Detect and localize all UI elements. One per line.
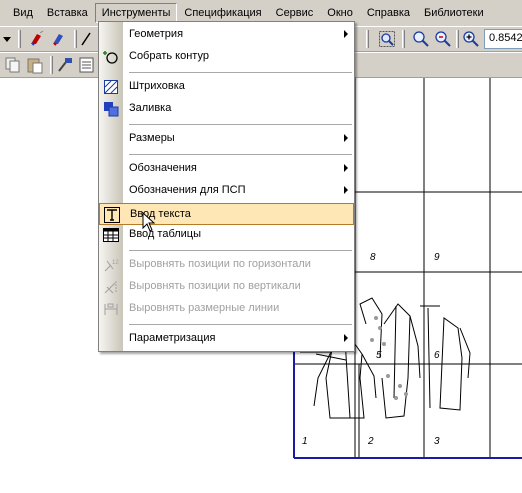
menu-item-align-horizontal: 12 Выровнять позиции по горизонтали <box>99 254 354 276</box>
collect-contour-icon <box>103 49 119 65</box>
menu-item-label: Размеры <box>129 132 175 144</box>
properties-icon[interactable] <box>76 54 98 76</box>
magnet-local-snap-icon[interactable] <box>48 28 70 50</box>
zoom-in-icon[interactable] <box>410 28 432 50</box>
fill-icon <box>103 101 119 117</box>
menu-item-label: Геометрия <box>129 28 184 40</box>
menu-insert-label: Вставка <box>46 7 88 19</box>
align-horizontal-icon: 12 <box>103 257 119 273</box>
zoom-out-icon[interactable] <box>432 28 454 50</box>
menu-item-collect-contour[interactable]: Собрать контур <box>99 46 354 68</box>
menu-item-label: Заливка <box>129 102 172 114</box>
menu-separator <box>129 324 352 325</box>
toolbar-separator <box>456 30 459 48</box>
menu-item-label: Обозначения для ПСП <box>129 184 246 196</box>
cell-label-6: 6 <box>434 350 440 361</box>
zoom-plus-icon[interactable] <box>460 28 482 50</box>
menu-item-fill[interactable]: Заливка <box>99 98 354 120</box>
draw-tool-icon[interactable] <box>78 28 96 50</box>
chevron-down-icon[interactable] <box>0 28 14 50</box>
submenu-arrow-icon <box>344 164 348 172</box>
toolbar-grip[interactable] <box>18 30 21 48</box>
menu-item-parametrization[interactable]: Параметризация <box>99 328 354 350</box>
align-dimension-lines-icon <box>103 301 119 317</box>
align-vertical-icon <box>103 279 119 295</box>
toolbar-separator <box>366 30 369 48</box>
menu-libraries[interactable]: Библиотеки <box>417 3 491 23</box>
menu-window-label: Окно <box>327 7 353 19</box>
menu-tools-label: Инструменты <box>101 7 171 19</box>
menu-help-label: Справка <box>366 7 411 19</box>
menu-item-table-input[interactable]: Ввод таблицы <box>99 224 354 246</box>
submenu-arrow-icon <box>344 334 348 342</box>
menu-view[interactable]: Вид <box>6 3 40 23</box>
menu-item-label: Обозначения <box>129 162 197 174</box>
mouse-cursor-icon <box>142 212 156 232</box>
menu-separator <box>129 72 352 73</box>
cell-label-1: 1 <box>302 436 308 447</box>
cell-label-8: 8 <box>370 252 376 263</box>
menu-separator <box>129 250 352 251</box>
menu-window[interactable]: Окно <box>320 3 360 23</box>
menu-item-hatching[interactable]: Штриховка <box>99 76 354 98</box>
zoom-window-icon[interactable] <box>376 28 398 50</box>
menu-item-label: Ввод текста <box>130 208 191 220</box>
cell-label-9: 9 <box>434 252 440 263</box>
submenu-arrow-icon <box>344 30 348 38</box>
cell-label-2: 2 <box>367 436 374 447</box>
menu-item-label: Собрать контур <box>129 50 209 62</box>
menu-item-text-input[interactable]: Ввод текста <box>99 203 354 225</box>
magnet-snap-icon[interactable] <box>26 28 48 50</box>
toolbar-separator <box>74 30 77 48</box>
menu-item-designations-psp[interactable]: Обозначения для ПСП <box>99 180 354 202</box>
tools-menu-dropdown: Геометрия Собрать контур Штриховка Залив… <box>98 21 355 352</box>
svg-text:12: 12 <box>112 260 119 266</box>
menu-item-designations[interactable]: Обозначения <box>99 158 354 180</box>
menu-tools[interactable]: Инструменты <box>94 3 178 23</box>
cell-label-3: 3 <box>434 436 440 447</box>
menu-item-dimensions[interactable]: Размеры <box>99 128 354 150</box>
paste-icon[interactable] <box>24 54 46 76</box>
toolbar-separator <box>50 56 53 74</box>
menu-item-label: Штриховка <box>129 80 185 92</box>
menu-specification-label: Спецификация <box>184 7 262 19</box>
menu-item-label: Выровнять позиции по горизонтали <box>129 258 311 270</box>
menu-item-align-dimension-lines: Выровнять размерные линии <box>99 298 354 320</box>
menu-service-label: Сервис <box>275 7 314 19</box>
menu-item-label: Выровнять размерные линии <box>129 302 280 314</box>
copy-icon[interactable] <box>2 54 24 76</box>
menu-libraries-label: Библиотеки <box>424 7 484 19</box>
menu-insert[interactable]: Вставка <box>40 3 95 23</box>
menu-service[interactable]: Сервис <box>269 3 321 23</box>
submenu-arrow-icon <box>344 186 348 194</box>
toolbar-separator <box>402 30 405 48</box>
table-input-icon <box>103 227 119 243</box>
submenu-arrow-icon <box>344 134 348 142</box>
menu-item-align-vertical: Выровнять позиции по вертикали <box>99 276 354 298</box>
menu-item-label: Выровнять позиции по вертикали <box>129 280 301 292</box>
menu-specification[interactable]: Спецификация <box>177 3 268 23</box>
menu-item-geometry[interactable]: Геометрия <box>99 24 354 46</box>
zoom-value-field[interactable]: 0.8542 <box>484 29 522 49</box>
menu-item-label: Ввод таблицы <box>129 228 202 240</box>
menu-separator <box>129 124 352 125</box>
zoom-value: 0.8542 <box>489 32 522 44</box>
menu-view-label: Вид <box>13 7 33 19</box>
menu-separator <box>129 154 352 155</box>
menu-help[interactable]: Справка <box>360 3 417 23</box>
menu-item-label: Параметризация <box>129 332 216 344</box>
cell-label-5: 5 <box>376 350 382 361</box>
hatching-icon <box>103 79 119 95</box>
format-painter-icon[interactable] <box>54 54 76 76</box>
text-input-icon <box>104 207 120 223</box>
